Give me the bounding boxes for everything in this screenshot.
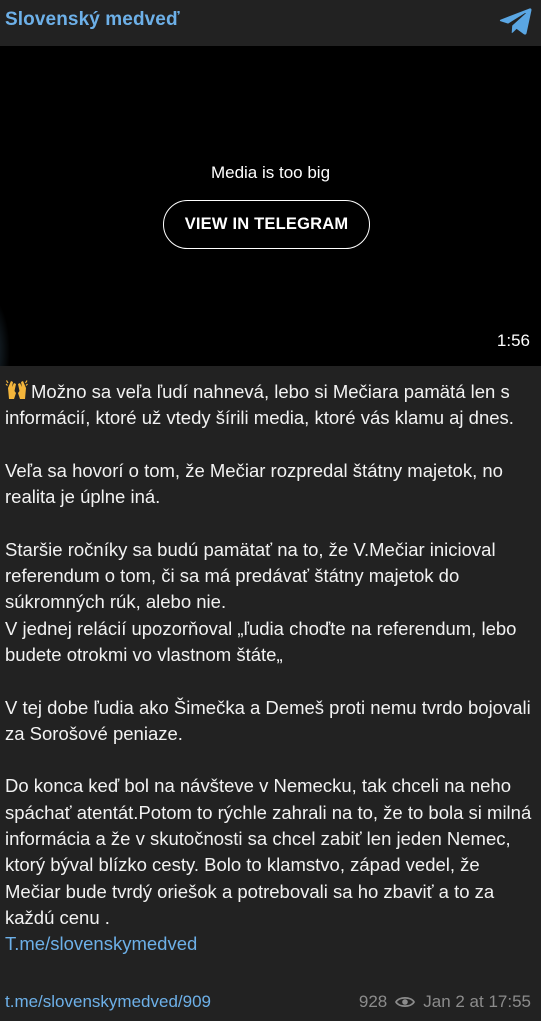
post-paragraph-text: Možno sa veľa ľudí nahnevá, lebo si Meči… (5, 381, 514, 429)
eye-icon (395, 996, 416, 1008)
video-duration: 1:56 (496, 331, 530, 350)
telegram-logo-icon[interactable] (499, 6, 533, 36)
video-media[interactable]: Media is too big VIEW IN TELEGRAM 1:56 (0, 46, 541, 366)
post-paragraph: Možno sa veľa ľudí nahnevá, lebo si Meči… (5, 379, 536, 432)
post-header: Slovenský medveď (0, 0, 541, 46)
post-paragraph: V tej dobe ľudia ako Šimečka a Demeš pro… (5, 696, 531, 744)
channel-link[interactable]: T.me/slovenskymedved (5, 933, 197, 954)
view-count: 928 (358, 992, 388, 1011)
post-paragraph: Do konca keď bol na návšteve v Nemecku, … (5, 775, 532, 928)
media-preview-glow (0, 296, 10, 366)
channel-link-line: T.me/slovenskymedved (5, 931, 536, 957)
raising-hands-emoji-icon (5, 380, 28, 399)
channel-name-link[interactable]: Slovenský medveď (5, 9, 180, 31)
post-paragraph: Veľa sa hovorí o tom, že Mečiar rozpreda… (5, 459, 503, 508)
post-meta: 928 Jan 2 at 17:55 (359, 992, 531, 1012)
post-paragraph: V jednej relácií upozorňoval „ľudia choď… (5, 617, 517, 665)
media-too-big-message: Media is too big (210, 163, 331, 182)
post-date[interactable]: Jan 2 at 17:55 (423, 992, 531, 1012)
post-paragraph: Staršie ročníky sa budú pamätať na to, ž… (5, 538, 496, 613)
telegram-post: Slovenský medveď Media is too big VIEW I… (0, 0, 541, 1021)
post-text: Možno sa veľa ľudí nahnevá, lebo si Meči… (5, 379, 536, 958)
post-permalink[interactable]: t.me/slovenskymedved/909 (5, 992, 211, 1012)
view-in-telegram-button[interactable]: VIEW IN TELEGRAM (163, 200, 370, 249)
post-footer: t.me/slovenskymedved/909 928 Jan 2 at 17… (0, 990, 541, 1016)
